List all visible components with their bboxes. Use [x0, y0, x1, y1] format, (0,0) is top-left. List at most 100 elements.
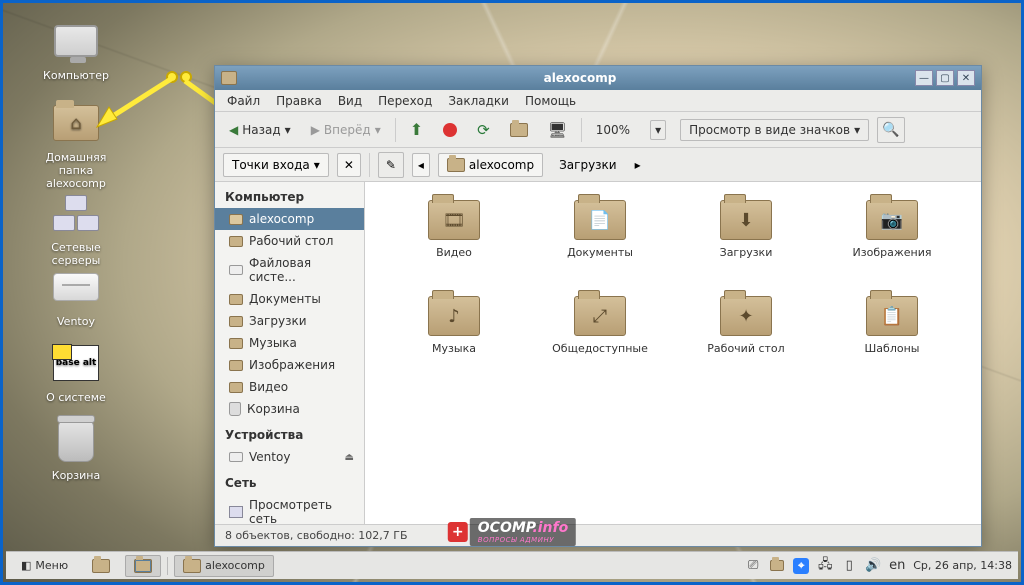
edit-location-button[interactable]: ✎ [378, 152, 404, 178]
minimize-button[interactable]: — [915, 70, 933, 86]
task-alexocomp[interactable]: alexocomp [174, 555, 274, 577]
folder-public[interactable]: ⤢Общедоступные [531, 296, 669, 386]
menu-button[interactable]: ◧ Меню [12, 555, 77, 576]
film-icon: 🎞 [443, 210, 466, 231]
stop-icon [443, 123, 457, 137]
folder-templates[interactable]: 📋Шаблоны [823, 296, 961, 386]
stop-button[interactable] [437, 120, 463, 140]
tray-folder-icon[interactable] [769, 558, 785, 574]
folder-content[interactable]: 🎞Видео 📄Документы ⬇Загрузки 📷Изображения… [365, 182, 981, 524]
volume-icon[interactable]: 🔊 [865, 558, 881, 574]
label: О системе [31, 391, 121, 404]
pencil-icon: ✎ [386, 158, 396, 172]
chevron-down-icon: ▾ [285, 123, 291, 137]
maximize-button[interactable]: ▢ [936, 70, 954, 86]
folder-icon [229, 382, 243, 393]
tray-unknown-icon[interactable]: ⎚ [745, 558, 761, 574]
clock[interactable]: Ср, 26 апр, 14:38 [913, 559, 1012, 572]
back-button[interactable]: ◀ Назад ▾ [223, 120, 297, 140]
menu-edit[interactable]: Правка [270, 92, 328, 110]
label: Корзина [31, 469, 121, 482]
sidebar-item-music[interactable]: Музыка [215, 332, 364, 354]
crumb-home[interactable]: alexocomp [438, 153, 543, 177]
close-panel-button[interactable]: ✕ [337, 153, 361, 177]
path-back[interactable]: ◂ [412, 153, 430, 177]
triangle-left-icon: ◀ [229, 123, 238, 137]
desktop-icon-trash[interactable]: Корзина [31, 417, 121, 482]
sidebar-cat-devices: Устройства [215, 420, 364, 446]
bluetooth-icon[interactable]: ⌖ [793, 558, 809, 574]
desktop-icon-home[interactable]: ⌂ Домашняя папка alexocomp [31, 99, 121, 190]
system-tray: ⎚ ⌖ 🖧 ▯ 🔊 en Ср, 26 апр, 14:38 [745, 558, 1012, 574]
star-icon: ✦ [738, 306, 753, 327]
sidebar-item-videos[interactable]: Видео [215, 376, 364, 398]
alt-logo-icon: base alt [53, 345, 99, 381]
network-icon[interactable]: 🖧 [817, 558, 833, 574]
zoom-dropdown[interactable]: ▾ [644, 117, 672, 143]
folder-desktop[interactable]: ✦Рабочий стол [677, 296, 815, 386]
path-forward[interactable]: ▸ [633, 154, 643, 176]
plus-icon: + [448, 522, 468, 542]
close-button[interactable]: ✕ [957, 70, 975, 86]
desktop-icon-about[interactable]: base alt О системе [31, 339, 121, 404]
chevron-down-icon: ▾ [375, 123, 381, 137]
folder-icon [229, 214, 243, 225]
forward-button[interactable]: ▶ Вперёд ▾ [305, 120, 387, 140]
battery-icon[interactable]: ▯ [841, 558, 857, 574]
annotation-dots [166, 71, 192, 83]
zoom-label: 100% [590, 120, 636, 140]
menu-go[interactable]: Переход [372, 92, 438, 110]
sidebar-item-browse-net[interactable]: Просмотреть сеть [215, 494, 364, 524]
sidebar-item-downloads[interactable]: Загрузки [215, 310, 364, 332]
sidebar-item-home[interactable]: alexocomp [215, 208, 364, 230]
launcher-files-active[interactable] [125, 555, 161, 577]
titlebar[interactable]: alexocomp — ▢ ✕ [215, 66, 981, 90]
launcher-files[interactable] [83, 555, 119, 577]
folder-videos[interactable]: 🎞Видео [385, 200, 523, 290]
desktop-icon-servers[interactable]: Сетевые серверы [31, 189, 121, 267]
separator [581, 118, 582, 142]
menu-bookmarks[interactable]: Закладки [442, 92, 515, 110]
reload-button[interactable]: ⟳ [471, 118, 496, 142]
menu-file[interactable]: Файл [221, 92, 266, 110]
trash-icon [58, 420, 94, 462]
eject-icon[interactable]: ⏏ [345, 452, 354, 463]
folder-icon [447, 158, 465, 172]
folder-music[interactable]: ♪Музыка [385, 296, 523, 386]
menubar: Файл Правка Вид Переход Закладки Помощь [215, 90, 981, 112]
folder-icon [134, 559, 152, 573]
sidebar-item-desktop[interactable]: Рабочий стол [215, 230, 364, 252]
home-button[interactable] [504, 120, 534, 140]
sidebar: Компьютер alexocomp Рабочий стол Файлова… [215, 182, 365, 524]
folder-icon [183, 559, 201, 573]
desktop-icon-ventoy[interactable]: Ventoy [31, 263, 121, 328]
computer-button[interactable]: 🖥 [542, 118, 573, 142]
menu-help[interactable]: Помощь [519, 92, 582, 110]
folder-pictures[interactable]: 📷Изображения [823, 200, 961, 290]
sidebar-item-pictures[interactable]: Изображения [215, 354, 364, 376]
watermark: + OCOMP.infoВОПРОСЫ АДМИНУ [448, 518, 576, 546]
camera-icon: 📷 [881, 210, 903, 231]
menu-view[interactable]: Вид [332, 92, 368, 110]
crumb-downloads[interactable]: Загрузки [551, 155, 625, 175]
search-button[interactable]: 🔍 [877, 117, 905, 143]
desktop[interactable]: Компьютер ⌂ Домашняя папка alexocomp Сет… [0, 0, 1024, 585]
sidebar-item-trash[interactable]: Корзина [215, 398, 364, 420]
drive-icon [229, 265, 243, 275]
sidebar-item-ventoy[interactable]: Ventoy⏏ [215, 446, 364, 468]
window-title: alexocomp [245, 71, 915, 85]
up-button[interactable]: ⬆ [404, 117, 429, 142]
sidebar-item-documents[interactable]: Документы [215, 288, 364, 310]
sidebar-cat-computer: Компьютер [215, 182, 364, 208]
sidebar-cat-network: Сеть [215, 468, 364, 494]
clipboard-icon: 📋 [881, 306, 903, 327]
taskbar: ◧ Меню alexocomp ⎚ ⌖ 🖧 ▯ 🔊 en Ср, 26 апр… [6, 551, 1018, 579]
places-toggle[interactable]: Точки входа ▾ [223, 153, 329, 177]
folder-documents[interactable]: 📄Документы [531, 200, 669, 290]
folder-downloads[interactable]: ⬇Загрузки [677, 200, 815, 290]
separator [395, 118, 396, 142]
keyboard-layout[interactable]: en [889, 558, 905, 574]
desktop-icon-computer[interactable]: Компьютер [31, 17, 121, 82]
sidebar-item-filesystem[interactable]: Файловая систе... [215, 252, 364, 288]
view-mode-select[interactable]: Просмотр в виде значков ▾ [680, 119, 869, 141]
